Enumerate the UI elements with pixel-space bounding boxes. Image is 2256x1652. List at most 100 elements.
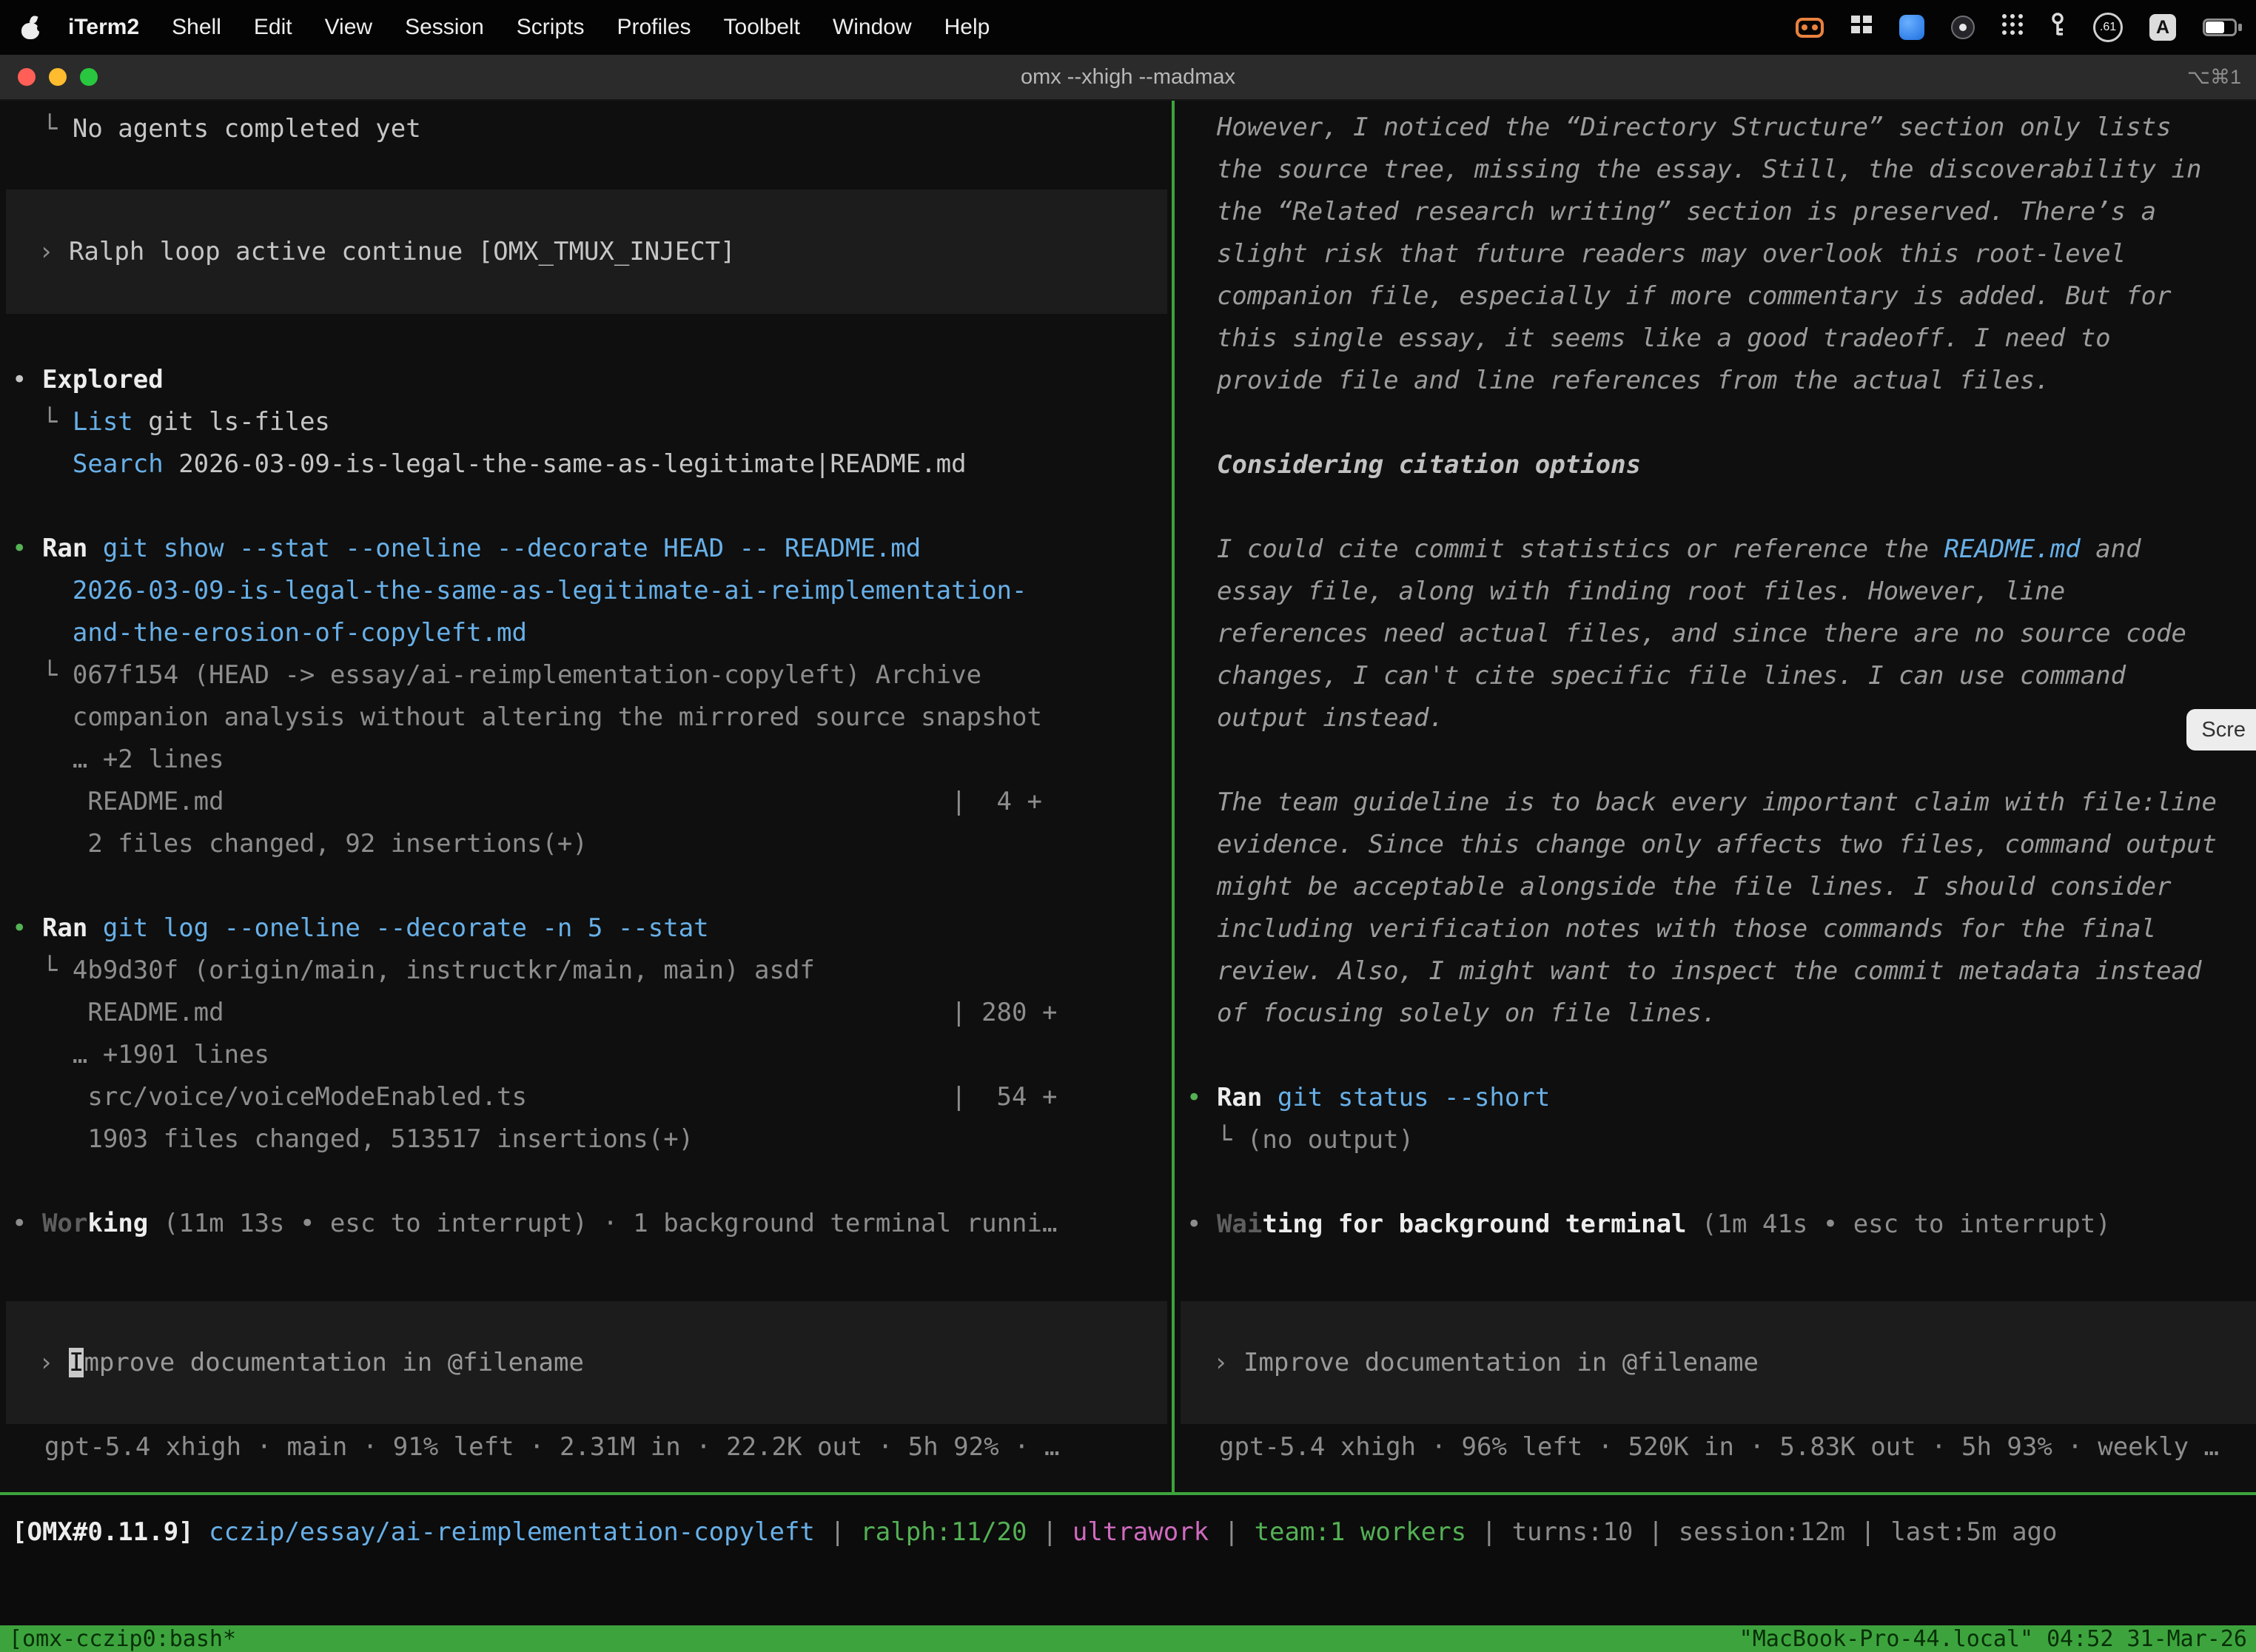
terminal-line: • Explored — [12, 359, 1172, 401]
terminal-line: the “Related research writing” section i… — [1186, 191, 2256, 233]
terminal-line: Considering citation options — [1186, 444, 2256, 486]
window-title: omx --xhigh --madmax — [0, 54, 2256, 100]
terminal-line: provide file and line references from th… — [1186, 360, 2256, 402]
screen-share-tooltip: Scre — [2186, 709, 2256, 751]
prompt-chevron: › — [38, 1348, 69, 1377]
terminal-line: evidence. Since this change only affects… — [1186, 824, 2256, 866]
dots-grid-icon[interactable] — [2001, 13, 2024, 41]
menu-app-name[interactable]: iTerm2 — [68, 15, 139, 40]
window-title-bar[interactable]: omx --xhigh --madmax ⌥⌘1 — [0, 55, 2256, 101]
terminal-line: might be acceptable alongside the file l… — [1186, 866, 2256, 908]
battery-icon[interactable] — [2203, 19, 2237, 36]
terminal-line: • Ran git status --short — [1186, 1077, 2256, 1119]
menu-item-scripts[interactable]: Scripts — [517, 15, 585, 40]
cpu-meter-icon[interactable]: .61 — [2093, 13, 2123, 42]
omx-status-bar: [OMX#0.11.9] cczip/essay/ai-reimplementa… — [0, 1495, 2256, 1577]
terminal-line: slight risk that future readers may over… — [1186, 233, 2256, 275]
terminal-line: [OMX#0.11.9] cczip/essay/ai-reimplementa… — [12, 1511, 2256, 1554]
terminal-line: and-the-erosion-of-copyleft.md — [12, 612, 1172, 654]
terminal-line: 1903 files changed, 513517 insertions(+) — [12, 1118, 1172, 1161]
terminal-line: └ No agents completed yet — [12, 108, 1172, 150]
terminal-line: • Ran git show --stat --oneline --decora… — [12, 528, 1172, 570]
ralph-loop-banner: › Ralph loop active continue [OMX_TMUX_I… — [6, 189, 1167, 314]
key-icon[interactable] — [2050, 12, 2067, 43]
terminal-line: └ 4b9d30f (origin/main, instructkr/main,… — [12, 950, 1172, 992]
terminal-line — [1186, 486, 2256, 528]
terminal-line: changes, I can't cite specific file line… — [1186, 655, 2256, 697]
terminal-line — [12, 486, 1172, 528]
terminal-line: README.md | 4 + — [12, 781, 1172, 823]
right-pane: However, I noticed the “Directory Struct… — [1175, 101, 2256, 1492]
banner-prompt: › — [38, 237, 69, 266]
terminal-line: the source tree, missing the essay. Stil… — [1186, 149, 2256, 191]
cpu-meter-value: .61 — [2100, 21, 2116, 34]
input-source-icon[interactable]: A — [2149, 14, 2176, 41]
terminal-line: I could cite commit statistics or refere… — [1186, 528, 2256, 571]
menu-item-edit[interactable]: Edit — [254, 15, 292, 40]
menu-item-help[interactable]: Help — [944, 15, 990, 40]
left-pane: └ No agents completed yet › Ralph loop a… — [0, 101, 1172, 1492]
terminal-line: … +2 lines — [12, 739, 1172, 781]
terminal-line: references need actual files, and since … — [1186, 613, 2256, 655]
menu-bar-status: .61 A — [1796, 0, 2244, 55]
left-scrollback: • Explored └ List git ls-files Search 20… — [0, 359, 1172, 1245]
terminal-line: essay file, along with finding root file… — [1186, 571, 2256, 613]
terminal-line: Search 2026-03-09-is-legal-the-same-as-l… — [12, 443, 1172, 486]
prompt-chevron: › — [1213, 1348, 1243, 1377]
menu-items: Shell Edit View Session Scripts Profiles Toolb… — [172, 15, 990, 40]
prompt-input-right[interactable]: › Improve documentation in @filename — [1181, 1301, 2256, 1424]
terminal-line: └ (no output) — [1186, 1119, 2256, 1161]
terminal-line: However, I noticed the “Directory Struct… — [1186, 107, 2256, 149]
menu-item-view[interactable]: View — [325, 15, 372, 40]
app-icon-blue[interactable] — [1899, 15, 1924, 40]
menu-bar: iTerm2 Shell Edit View Session Scripts Profil… — [0, 0, 2256, 55]
prompt-input-left[interactable]: › I mprove documentation in @filename — [6, 1301, 1167, 1424]
left-scrollback-top: └ No agents completed yet — [0, 101, 1172, 150]
terminal-line — [1186, 1161, 2256, 1203]
tmux-status-bar: [omx-cczip0:bash* "MacBook-Pro-44.local"… — [0, 1625, 2256, 1652]
input-text: mprove documentation in @filename — [84, 1348, 584, 1377]
terminal-line: companion file, especially if more comme… — [1186, 275, 2256, 318]
terminal-line: README.md | 280 + — [12, 992, 1172, 1034]
tmux-session-name[interactable]: [omx-cczip0:bash* — [9, 1626, 236, 1652]
terminal-line: review. Also, I might want to inspect th… — [1186, 950, 2256, 993]
screen-recording-indicator[interactable] — [1796, 18, 1824, 38]
terminal-line: 2 files changed, 92 insertions(+) — [12, 823, 1172, 865]
terminal-line: └ List git ls-files — [12, 401, 1172, 443]
screen: iTerm2 Shell Edit View Session Scripts Profil… — [0, 0, 2256, 1652]
menu-item-window[interactable]: Window — [833, 15, 912, 40]
terminal-line: 2026-03-09-is-legal-the-same-as-legitima… — [12, 570, 1172, 612]
terminal-line — [1186, 402, 2256, 444]
terminal-line: src/voice/voiceModeEnabled.ts | 54 + — [12, 1076, 1172, 1118]
terminal-line: companion analysis without altering the … — [12, 696, 1172, 739]
terminal-line: └ 067f154 (HEAD -> essay/ai-reimplementa… — [12, 654, 1172, 696]
input-text: Improve documentation in @filename — [1243, 1348, 1759, 1377]
menu-item-toolbelt[interactable]: Toolbelt — [724, 15, 800, 40]
session-status-left: gpt-5.4 xhigh · main · 91% left · 2.31M … — [44, 1426, 1059, 1468]
menu-item-profiles[interactable]: Profiles — [617, 15, 691, 40]
apple-menu-icon[interactable] — [21, 16, 41, 39]
terminal-line — [12, 1161, 1172, 1203]
banner-text: Ralph loop active continue [OMX_TMUX_INJ… — [69, 237, 736, 266]
window-grid-icon[interactable] — [1850, 15, 1873, 40]
terminal-line: of focusing solely on file lines. — [1186, 993, 2256, 1035]
window-shortcut: ⌥⌘1 — [2187, 54, 2241, 100]
terminal: └ No agents completed yet › Ralph loop a… — [0, 101, 2256, 1492]
input-source-letter: A — [2156, 17, 2169, 38]
terminal-line: • Working (11m 13s • esc to interrupt) ·… — [12, 1203, 1172, 1245]
terminal-line: including verification notes with those … — [1186, 908, 2256, 950]
app-icon-dark[interactable] — [1951, 16, 1975, 39]
menu-item-shell[interactable]: Shell — [172, 15, 221, 40]
session-status-right: gpt-5.4 xhigh · 96% left · 520K in · 5.8… — [1219, 1426, 2219, 1468]
terminal-line — [1186, 1035, 2256, 1077]
terminal-line: output instead. — [1186, 697, 2256, 739]
terminal-line: • Ran git log --oneline --decorate -n 5 … — [12, 907, 1172, 950]
tmux-host-time: "MacBook-Pro-44.local" 04:52 31-Mar-26 — [1739, 1626, 2247, 1652]
text-cursor: I — [69, 1348, 84, 1377]
terminal-line: … +1901 lines — [12, 1034, 1172, 1076]
terminal-line: The team guideline is to back every impo… — [1186, 782, 2256, 824]
terminal-line: this single essay, it seems like a good … — [1186, 318, 2256, 360]
menu-item-session[interactable]: Session — [405, 15, 484, 40]
terminal-line — [12, 865, 1172, 907]
terminal-line: • Waiting for background terminal (1m 41… — [1186, 1203, 2256, 1246]
